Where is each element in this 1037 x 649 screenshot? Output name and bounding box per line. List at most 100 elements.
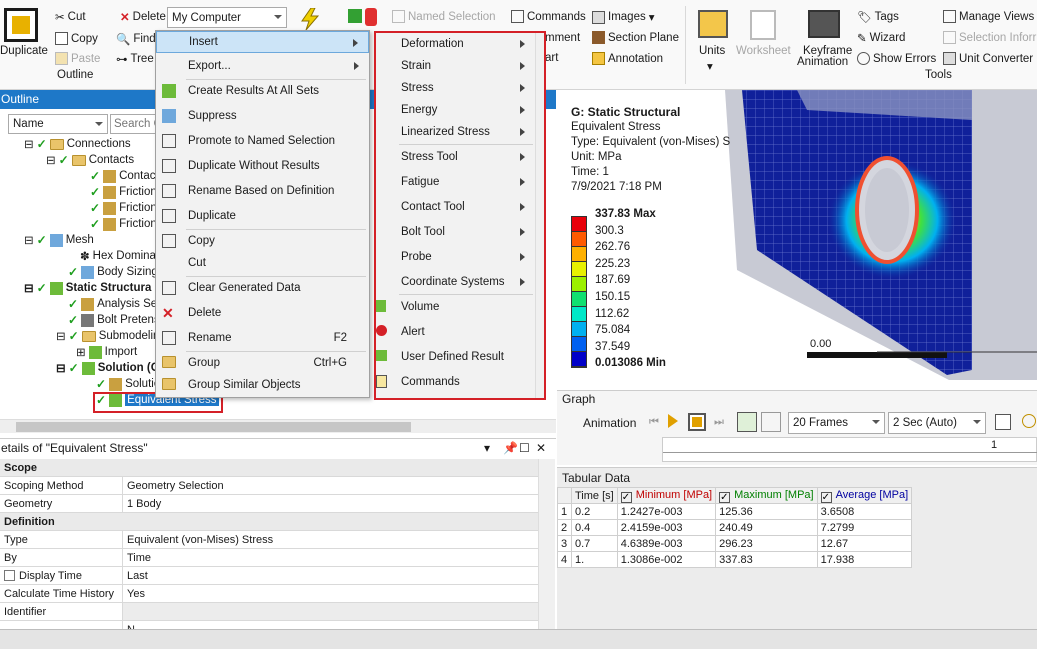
submenu-item-volume[interactable]: Volume xyxy=(375,296,535,318)
search-input[interactable] xyxy=(110,114,158,134)
animation-label[interactable]: Animation xyxy=(797,56,848,68)
tree-node[interactable]: ✓ Bolt Pretens xyxy=(68,313,160,327)
tree-node[interactable]: ⊞ Import xyxy=(76,345,137,359)
stop-button[interactable] xyxy=(688,413,706,431)
submenu-item-contact-tool[interactable]: Contact Tool xyxy=(375,196,535,218)
outline-scrollbar[interactable] xyxy=(0,419,556,433)
table-row[interactable]: 3 0.7 4.6389e-003 296.23 12.67 xyxy=(557,535,913,552)
worksheet-button[interactable]: Worksheet xyxy=(736,45,791,57)
details-row[interactable]: Type Equivalent (von-Mises) Stress xyxy=(0,530,538,549)
checkbox-icon[interactable]: ✓ xyxy=(719,491,731,503)
manage-views-button[interactable]: Manage Views xyxy=(943,10,1034,23)
tree-node[interactable]: ⊟ ✓ Connections xyxy=(24,137,131,151)
play-circle-icon[interactable] xyxy=(1022,414,1036,428)
dropdown-arrow-icon[interactable]: ▾ xyxy=(484,439,490,458)
menu-item-clear-generated[interactable]: Clear Generated Data xyxy=(156,277,369,299)
tree-node[interactable]: ✓ Friction xyxy=(90,217,157,231)
details-row[interactable]: Display Time Last xyxy=(0,566,538,585)
submenu-item-fatigue[interactable]: Fatigue xyxy=(375,171,535,193)
name-column-filter[interactable]: Name xyxy=(8,114,108,134)
export-video-icon[interactable] xyxy=(995,414,1011,430)
cut-button[interactable]: ✂ Cut xyxy=(55,10,86,24)
submenu-scrollbar[interactable] xyxy=(535,32,545,398)
named-selection-button[interactable]: Named Selection xyxy=(392,10,496,23)
annotation-button[interactable]: Annotation xyxy=(592,52,663,65)
menu-item-suppress[interactable]: Suppress xyxy=(156,105,369,127)
submenu-item-deformation[interactable]: Deformation xyxy=(375,33,535,55)
submenu-item-probe[interactable]: Probe xyxy=(375,246,535,268)
details-row[interactable]: Geometry 1 Body xyxy=(0,494,538,513)
close-icon[interactable]: ✕ xyxy=(536,439,546,458)
units-button[interactable]: Units xyxy=(699,45,725,57)
tags-button[interactable]: 🏷 Tags xyxy=(857,10,899,24)
menu-item-group-similar[interactable]: Group Similar Objects xyxy=(156,374,369,396)
menu-item-promote[interactable]: Promote to Named Selection xyxy=(156,130,369,152)
result-sets-icon[interactable] xyxy=(761,412,781,432)
menu-item-rename-definition[interactable]: Rename Based on Definition xyxy=(156,180,369,202)
scroll-thumb[interactable] xyxy=(16,422,411,432)
menu-item-group[interactable]: Group Ctrl+G xyxy=(156,352,369,374)
distributed-frames-icon[interactable] xyxy=(737,412,757,432)
submenu-item-user-defined-result[interactable]: User Defined Result xyxy=(375,346,535,368)
menu-item-copy[interactable]: Copy xyxy=(156,230,369,252)
chart-button[interactable]: art xyxy=(545,52,558,64)
comment-button[interactable]: mment xyxy=(545,32,580,44)
table-row[interactable]: 2 0.4 2.4159e-003 240.49 7.2799 xyxy=(557,519,913,536)
submenu-item-commands[interactable]: Commands xyxy=(375,371,535,393)
table-row[interactable]: 4 1. 1.3086e-002 337.83 17.938 xyxy=(557,551,913,568)
find-button[interactable]: 🔍 Find xyxy=(116,32,156,46)
tree-node[interactable]: ✓ Solutio xyxy=(96,377,160,391)
submenu-item-strain[interactable]: Strain xyxy=(375,55,535,77)
paste-button[interactable]: Paste xyxy=(55,52,100,65)
menu-item-create-results[interactable]: Create Results At All Sets xyxy=(156,80,369,102)
submenu-item-coordinate-systems[interactable]: Coordinate Systems xyxy=(375,271,535,293)
images-button[interactable]: Images ▾ xyxy=(592,10,655,24)
tree-node[interactable]: ⊟ ✓ Submodeling xyxy=(56,329,166,343)
menu-item-delete[interactable]: ✕ Delete xyxy=(156,302,369,324)
details-scrollbar[interactable] xyxy=(538,459,555,629)
unit-converter-button[interactable]: Unit Converter xyxy=(943,52,1033,65)
details-row[interactable]: Identifier xyxy=(0,602,538,621)
menu-item-duplicate[interactable]: Duplicate xyxy=(156,205,369,227)
tree-node[interactable]: ⊟ ✓ Mesh xyxy=(24,233,94,247)
maximize-icon[interactable]: ☐ xyxy=(519,439,530,458)
menu-item-rename[interactable]: Rename F2 xyxy=(156,327,369,349)
solve-lightning-icon[interactable] xyxy=(300,7,320,31)
commands-button[interactable]: Commands xyxy=(511,10,586,23)
details-row[interactable]: Scoping Method Geometry Selection xyxy=(0,476,538,495)
wizard-button[interactable]: ✎ Wizard xyxy=(857,31,905,45)
tree-node[interactable]: ⊟ ✓ Contacts xyxy=(46,153,134,167)
tree-node[interactable]: ✓ Contac xyxy=(90,169,156,183)
copy-button[interactable]: Copy xyxy=(55,32,98,45)
selection-info-button[interactable]: Selection Inforr xyxy=(943,31,1036,44)
average-header[interactable]: ✓ Average [MPa] xyxy=(816,487,913,504)
menu-item-insert[interactable]: Insert xyxy=(156,31,369,53)
checkbox-icon[interactable]: ✓ xyxy=(620,491,632,503)
tree-node[interactable]: ⊟ ✓ Static Structura xyxy=(24,281,151,295)
tree-node[interactable]: ✓ Friction xyxy=(90,201,157,215)
details-row[interactable]: Calculate Time History Yes xyxy=(0,584,538,603)
section-plane-button[interactable]: Section Plane xyxy=(592,31,679,44)
submenu-item-linearized-stress[interactable]: Linearized Stress xyxy=(375,121,535,143)
display-time-checkbox[interactable] xyxy=(4,570,15,581)
computer-select[interactable]: My Computer xyxy=(167,7,287,28)
show-errors-button[interactable]: Show Errors xyxy=(857,52,936,65)
tree-node[interactable]: ⊟ ✓ Solution (C xyxy=(56,361,159,375)
tree-node[interactable]: ✽ Hex Dominan xyxy=(80,249,162,263)
details-row[interactable]: By Time xyxy=(0,548,538,567)
details-row[interactable]: N xyxy=(0,620,538,629)
delete-button[interactable]: ✕ Delete xyxy=(120,10,166,24)
checkbox-icon[interactable]: ✓ xyxy=(820,491,832,503)
play-icon[interactable] xyxy=(668,414,678,428)
submenu-item-stress-tool[interactable]: Stress Tool xyxy=(375,146,535,168)
maximum-header[interactable]: ✓ Maximum [MPa] xyxy=(715,487,818,504)
tree-node[interactable]: ✓ Body Sizing xyxy=(68,265,158,279)
duration-select[interactable]: 2 Sec (Auto) xyxy=(888,412,986,434)
submenu-item-stress[interactable]: Stress xyxy=(375,77,535,99)
table-row[interactable]: 1 0.2 1.2427e-003 125.36 3.6508 xyxy=(557,503,913,520)
pin-icon[interactable]: 📌 xyxy=(503,439,518,458)
menu-item-duplicate-without-results[interactable]: Duplicate Without Results xyxy=(156,155,369,177)
submenu-item-energy[interactable]: Energy xyxy=(375,99,535,121)
graphics-viewport[interactable]: G: Static Structural Equivalent Stress T… xyxy=(557,90,1037,388)
menu-item-export[interactable]: Export... xyxy=(156,55,369,77)
